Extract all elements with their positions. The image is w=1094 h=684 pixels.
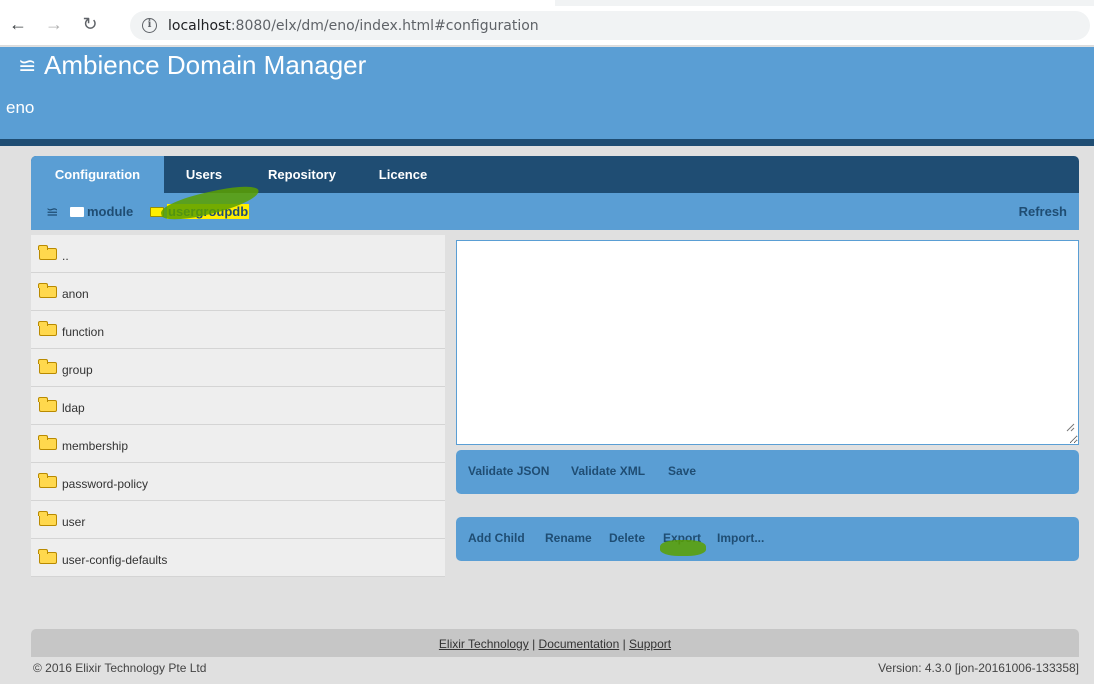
url-text[interactable]: localhost:8080/elx/dm/eno/index.html#con… — [168, 18, 539, 34]
site-info-icon[interactable]: i — [142, 18, 157, 33]
main-tabs: Configuration Users Repository Licence — [31, 156, 1079, 193]
tree-menu-icon[interactable]: ≌ — [46, 203, 59, 221]
list-item-label: user — [62, 515, 86, 529]
list-item[interactable]: membership — [31, 425, 445, 463]
list-item-label: password-policy — [62, 477, 149, 491]
copyright-text: © 2016 Elixir Technology Pte Ltd — [33, 661, 207, 675]
delete-button[interactable]: Delete — [609, 531, 645, 545]
tab-repository[interactable]: Repository — [254, 156, 350, 193]
footer-bar: Elixir Technology | Documentation | Supp… — [31, 629, 1079, 657]
footer-links: Elixir Technology | Documentation | Supp… — [438, 637, 672, 651]
browser-active-tab[interactable] — [0, 0, 555, 6]
url-host: localhost — [168, 18, 231, 34]
folder-icon — [38, 245, 57, 260]
url-path: :8080/elx/dm/eno/index.html#configuratio… — [230, 18, 539, 34]
app-title: Ambience Domain Manager — [44, 50, 367, 80]
add-child-button[interactable]: Add Child — [468, 531, 525, 545]
list-item[interactable]: ldap — [31, 387, 445, 425]
list-item-label: .. — [62, 249, 69, 263]
list-item-label: user-config-defaults — [62, 553, 168, 567]
tab-licence[interactable]: Licence — [371, 156, 435, 193]
folder-icon — [38, 321, 57, 336]
elixir-technology-link[interactable]: Elixir Technology — [439, 637, 529, 651]
folder-icon — [38, 435, 57, 450]
list-item[interactable]: .. — [31, 235, 445, 273]
node-toolbar: Add Child Rename Delete Export Import... — [456, 517, 1079, 561]
annotation-marker — [660, 540, 706, 556]
documentation-link[interactable]: Documentation — [539, 637, 620, 651]
version-text: Version: 4.3.0 [jon-20161006-133358] — [878, 661, 1079, 675]
browser-toolbar: ← → ↻ i localhost:8080/elx/dm/eno/index.… — [0, 0, 1094, 46]
list-item[interactable]: anon — [31, 273, 445, 311]
list-item[interactable]: group — [31, 349, 445, 387]
validate-xml-button[interactable]: Validate XML — [571, 464, 645, 478]
list-item-label: anon — [62, 287, 89, 301]
save-button[interactable]: Save — [668, 464, 696, 478]
folder-icon — [70, 207, 84, 217]
import-button[interactable]: Import... — [717, 531, 764, 545]
back-arrow-icon[interactable]: ← — [8, 14, 28, 34]
breadcrumb-label: module — [87, 204, 134, 219]
browser-tabstrip — [0, 0, 1094, 6]
folder-icon — [38, 549, 57, 564]
breadcrumb-item-module[interactable]: module — [70, 204, 133, 219]
folder-icon — [38, 511, 57, 526]
tab-configuration[interactable]: Configuration — [31, 156, 164, 193]
forward-arrow-icon[interactable]: → — [44, 14, 64, 34]
list-item-label: function — [62, 325, 105, 339]
address-bar[interactable]: i localhost:8080/elx/dm/eno/index.html#c… — [130, 11, 1090, 40]
list-item[interactable]: user — [31, 501, 445, 539]
menu-icon[interactable]: ≌ — [18, 54, 36, 78]
tab-users[interactable]: Users — [174, 156, 234, 193]
list-item[interactable]: user-config-defaults — [31, 539, 445, 577]
folder-icon — [38, 473, 57, 488]
validate-json-button[interactable]: Validate JSON — [468, 464, 549, 478]
support-link[interactable]: Support — [629, 637, 671, 651]
domain-name: eno — [6, 98, 35, 117]
header-divider — [0, 139, 1094, 146]
folder-list: .. anon function group ldap membership p… — [31, 235, 445, 577]
list-item-label: membership — [62, 439, 129, 453]
list-item-label: group — [62, 363, 93, 377]
config-editor[interactable] — [456, 240, 1079, 445]
folder-icon — [38, 283, 57, 298]
refresh-button[interactable]: Refresh — [1019, 204, 1067, 219]
list-item[interactable]: password-policy — [31, 463, 445, 501]
validate-toolbar: Validate JSON Validate XML Save — [456, 450, 1079, 494]
list-item-label: ldap — [62, 401, 85, 415]
rename-button[interactable]: Rename — [545, 531, 592, 545]
reload-icon[interactable]: ↻ — [80, 14, 100, 34]
list-item[interactable]: function — [31, 311, 445, 349]
folder-icon — [38, 397, 57, 412]
folder-icon — [38, 359, 57, 374]
